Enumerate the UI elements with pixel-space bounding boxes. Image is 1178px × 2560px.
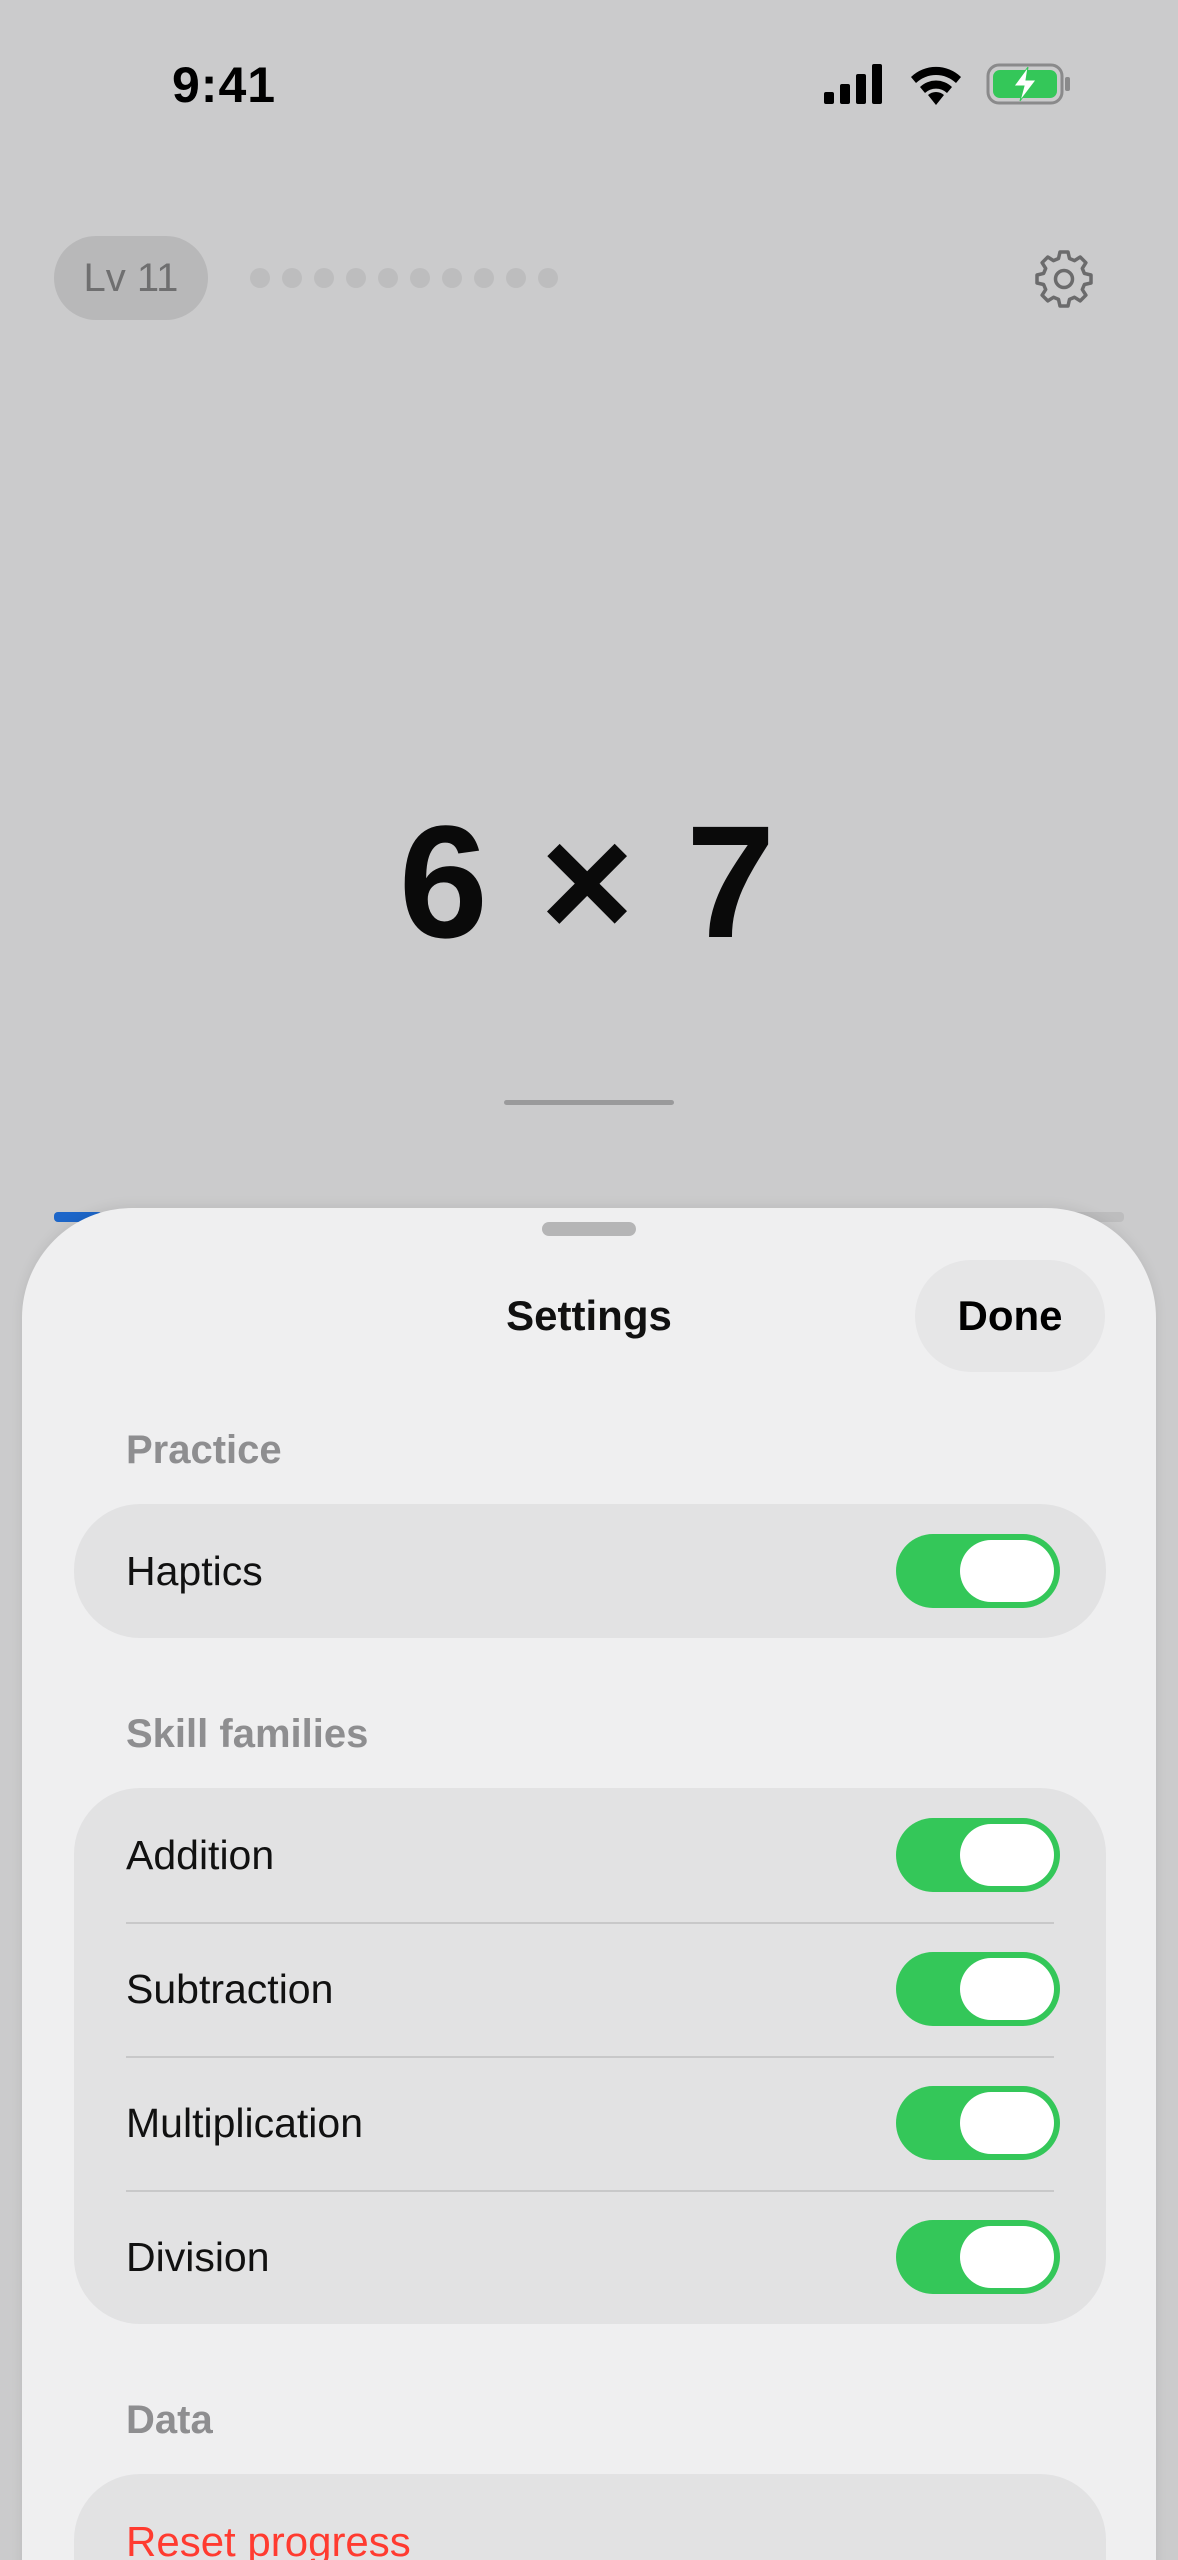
row-division: Division (74, 2190, 1106, 2324)
row-label: Division (126, 2233, 270, 2280)
progress-dot (410, 268, 430, 288)
subtraction-toggle[interactable] (896, 1952, 1060, 2026)
toggle-knob (960, 2226, 1054, 2288)
progress-dot (474, 268, 494, 288)
toggle-knob (960, 1824, 1054, 1886)
answer-underline (504, 1100, 674, 1105)
row-label: Multiplication (126, 2099, 363, 2146)
status-time: 9:41 (172, 57, 277, 113)
row-haptics: Haptics (74, 1504, 1106, 1638)
reset-progress-button[interactable]: Reset progress (74, 2474, 1106, 2560)
status-bar: 9:41 (0, 0, 1178, 170)
division-toggle[interactable] (896, 2220, 1060, 2294)
row-multiplication: Multiplication (74, 2056, 1106, 2190)
row-subtraction: Subtraction (74, 1922, 1106, 2056)
row-label: Haptics (126, 1547, 263, 1594)
progress-dot (506, 268, 526, 288)
settings-sheet: Settings Done Practice Haptics Skill fam… (22, 1208, 1156, 2560)
progress-dot (314, 268, 334, 288)
progress-dots (250, 268, 558, 288)
section-header-practice: Practice (126, 1428, 282, 1472)
multiplication-toggle[interactable] (896, 2086, 1060, 2160)
row-label: Subtraction (126, 1965, 334, 2012)
haptics-toggle[interactable] (896, 1534, 1060, 1608)
progress-dot (378, 268, 398, 288)
status-icons (824, 62, 1072, 106)
toggle-knob (960, 1958, 1054, 2020)
level-badge[interactable]: Lv 11 (54, 236, 208, 320)
progress-dot (346, 268, 366, 288)
row-label: Addition (126, 1831, 275, 1878)
wifi-icon (911, 66, 961, 105)
done-button[interactable]: Done (915, 1260, 1105, 1372)
toggle-knob (960, 1540, 1054, 1602)
problem-text: 6 × 7 (398, 792, 780, 971)
progress-dot (442, 268, 462, 288)
settings-button[interactable] (1034, 248, 1094, 308)
gear-icon (1035, 250, 1093, 308)
addition-toggle[interactable] (896, 1818, 1060, 1892)
practice-group: Haptics (74, 1504, 1106, 1638)
signal-icon (824, 64, 882, 104)
section-header-data: Data (126, 2398, 213, 2442)
skill-families-group: Addition Subtraction Multiplication Divi… (74, 1788, 1106, 2324)
sheet-grabber[interactable] (542, 1222, 636, 1236)
progress-dot (538, 268, 558, 288)
reset-progress-label: Reset progress (126, 2518, 411, 2560)
row-addition: Addition (74, 1788, 1106, 1922)
section-header-skill-families: Skill families (126, 1712, 369, 1756)
progress-dot (250, 268, 270, 288)
toggle-knob (960, 2092, 1054, 2154)
progress-dot (282, 268, 302, 288)
battery-charging-icon (986, 63, 1070, 105)
